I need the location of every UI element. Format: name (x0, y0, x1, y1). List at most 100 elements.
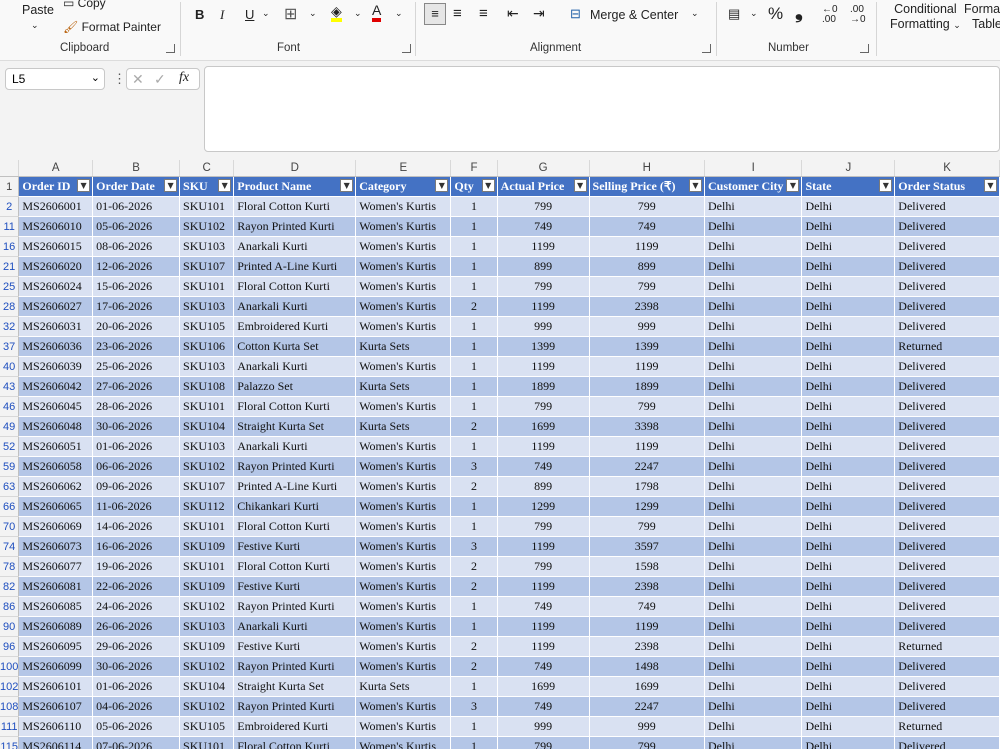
cell-status[interactable]: Delivered (894, 676, 1000, 697)
cell-qty[interactable]: 2 (450, 556, 498, 577)
decrease-indent-icon[interactable]: ⇤ (507, 5, 519, 22)
cell-sku[interactable]: SKU104 (179, 416, 235, 437)
cell-id[interactable]: MS2606010 (18, 216, 94, 237)
cell-selling[interactable]: 1899 (589, 376, 706, 397)
cell-id[interactable]: MS2606085 (18, 596, 94, 617)
cell-city[interactable]: Delhi (704, 196, 803, 217)
filter-dropdown-icon[interactable]: ▼ (879, 179, 893, 192)
row-header[interactable]: 108 (0, 696, 20, 717)
cell-id[interactable]: MS2606077 (18, 556, 94, 577)
cell-actual[interactable]: 799 (497, 396, 590, 417)
header-cell[interactable]: State ▼ (801, 176, 896, 197)
cell-status[interactable]: Delivered (894, 416, 1000, 437)
cell-selling[interactable]: 1798 (589, 476, 706, 497)
cell-actual[interactable]: 749 (497, 456, 590, 477)
cell-qty[interactable]: 2 (450, 636, 498, 657)
cell-product[interactable]: Straight Kurta Set (233, 676, 357, 697)
cell-product[interactable]: Rayon Printed Kurti (233, 656, 357, 677)
cell-status[interactable]: Delivered (894, 536, 1000, 557)
column-header[interactable]: J (801, 160, 896, 177)
cell-qty[interactable]: 1 (450, 336, 498, 357)
cell-category[interactable]: Women's Kurtis (355, 736, 452, 749)
cell-actual[interactable]: 1899 (497, 376, 590, 397)
cell-date[interactable]: 20-06-2026 (92, 316, 181, 337)
cell-city[interactable]: Delhi (704, 576, 803, 597)
cell-selling[interactable]: 749 (589, 216, 706, 237)
cell-sku[interactable]: SKU107 (179, 256, 235, 277)
filter-dropdown-icon[interactable]: ▼ (481, 179, 495, 192)
cell-qty[interactable]: 1 (450, 376, 498, 397)
align-center-icon[interactable]: ≡ (453, 5, 462, 22)
cell-selling[interactable]: 3597 (589, 536, 706, 557)
cell-id[interactable]: MS2606020 (18, 256, 94, 277)
column-header[interactable]: F (450, 160, 498, 177)
cell-status[interactable]: Returned (894, 716, 1000, 737)
cell-status[interactable]: Delivered (894, 436, 1000, 457)
cell-actual[interactable]: 749 (497, 696, 590, 717)
fill-color-icon[interactable]: ◈ (331, 4, 342, 22)
row-header[interactable]: 52 (0, 436, 20, 457)
cell-product[interactable]: Festive Kurti (233, 576, 357, 597)
header-cell[interactable]: Category ▼ (355, 176, 452, 197)
row-header[interactable]: 43 (0, 376, 20, 397)
cell-category[interactable]: Kurta Sets (355, 376, 452, 397)
header-cell[interactable]: Order ID ▼ (18, 176, 94, 197)
cell-sku[interactable]: SKU102 (179, 656, 235, 677)
cell-qty[interactable]: 3 (450, 696, 498, 717)
font-color-icon[interactable]: A (372, 3, 382, 22)
borders-icon[interactable]: ⊞ (284, 4, 297, 24)
cell-date[interactable]: 01-06-2026 (92, 676, 181, 697)
column-header[interactable]: A (18, 160, 94, 177)
cell-product[interactable]: Anarkali Kurti (233, 616, 357, 637)
cell-selling[interactable]: 799 (589, 276, 706, 297)
cell-date[interactable]: 27-06-2026 (92, 376, 181, 397)
cell-actual[interactable]: 1199 (497, 636, 590, 657)
cell-sku[interactable]: SKU101 (179, 556, 235, 577)
cell-actual[interactable]: 799 (497, 556, 590, 577)
number-launcher-icon[interactable] (860, 44, 869, 53)
cell-state[interactable]: Delhi (801, 376, 896, 397)
cell-category[interactable]: Women's Kurtis (355, 316, 452, 337)
cell-sku[interactable]: SKU101 (179, 276, 235, 297)
cell-selling[interactable]: 2398 (589, 576, 706, 597)
borders-dropdown-icon[interactable]: ⌄ (309, 8, 317, 19)
cell-actual[interactable]: 1199 (497, 536, 590, 557)
cell-actual[interactable]: 899 (497, 256, 590, 277)
cell-sku[interactable]: SKU105 (179, 716, 235, 737)
cell-product[interactable]: Anarkali Kurti (233, 356, 357, 377)
cell-state[interactable]: Delhi (801, 536, 896, 557)
cell-qty[interactable]: 2 (450, 416, 498, 437)
cell-selling[interactable]: 3398 (589, 416, 706, 437)
filter-dropdown-icon[interactable]: ▼ (689, 179, 702, 192)
cell-date[interactable]: 11-06-2026 (92, 496, 181, 517)
row-header[interactable]: 25 (0, 276, 20, 297)
cell-qty[interactable]: 1 (450, 316, 498, 337)
cell-date[interactable]: 07-06-2026 (92, 736, 181, 749)
cell-sku[interactable]: SKU108 (179, 376, 235, 397)
row-header[interactable]: 28 (0, 296, 20, 317)
filter-dropdown-icon[interactable]: ▼ (573, 179, 587, 192)
cell-category[interactable]: Women's Kurtis (355, 596, 452, 617)
enter-icon[interactable]: ✓ (154, 71, 166, 88)
format-as-table-button[interactable]: Format Table (964, 2, 1000, 32)
cell-actual[interactable]: 1199 (497, 436, 590, 457)
cell-state[interactable]: Delhi (801, 296, 896, 317)
cell-qty[interactable]: 2 (450, 476, 498, 497)
formula-input[interactable] (204, 66, 1000, 152)
cell-state[interactable]: Delhi (801, 416, 896, 437)
row-header[interactable]: 37 (0, 336, 20, 357)
font-color-dropdown-icon[interactable]: ⌄ (395, 8, 403, 19)
cell-product[interactable]: Anarkali Kurti (233, 236, 357, 257)
cell-city[interactable]: Delhi (704, 456, 803, 477)
cell-sku[interactable]: SKU104 (179, 676, 235, 697)
header-cell[interactable]: Selling Price (₹) ▼ (589, 176, 706, 197)
cell-qty[interactable]: 1 (450, 236, 498, 257)
cell-status[interactable]: Delivered (894, 276, 1000, 297)
cell-sku[interactable]: SKU103 (179, 296, 235, 317)
cell-actual[interactable]: 1299 (497, 496, 590, 517)
underline-dropdown-icon[interactable]: ⌄ (262, 8, 270, 19)
cell-qty[interactable]: 1 (450, 436, 498, 457)
cell-category[interactable]: Women's Kurtis (355, 456, 452, 477)
cell-selling[interactable]: 1598 (589, 556, 706, 577)
cell-date[interactable]: 14-06-2026 (92, 516, 181, 537)
